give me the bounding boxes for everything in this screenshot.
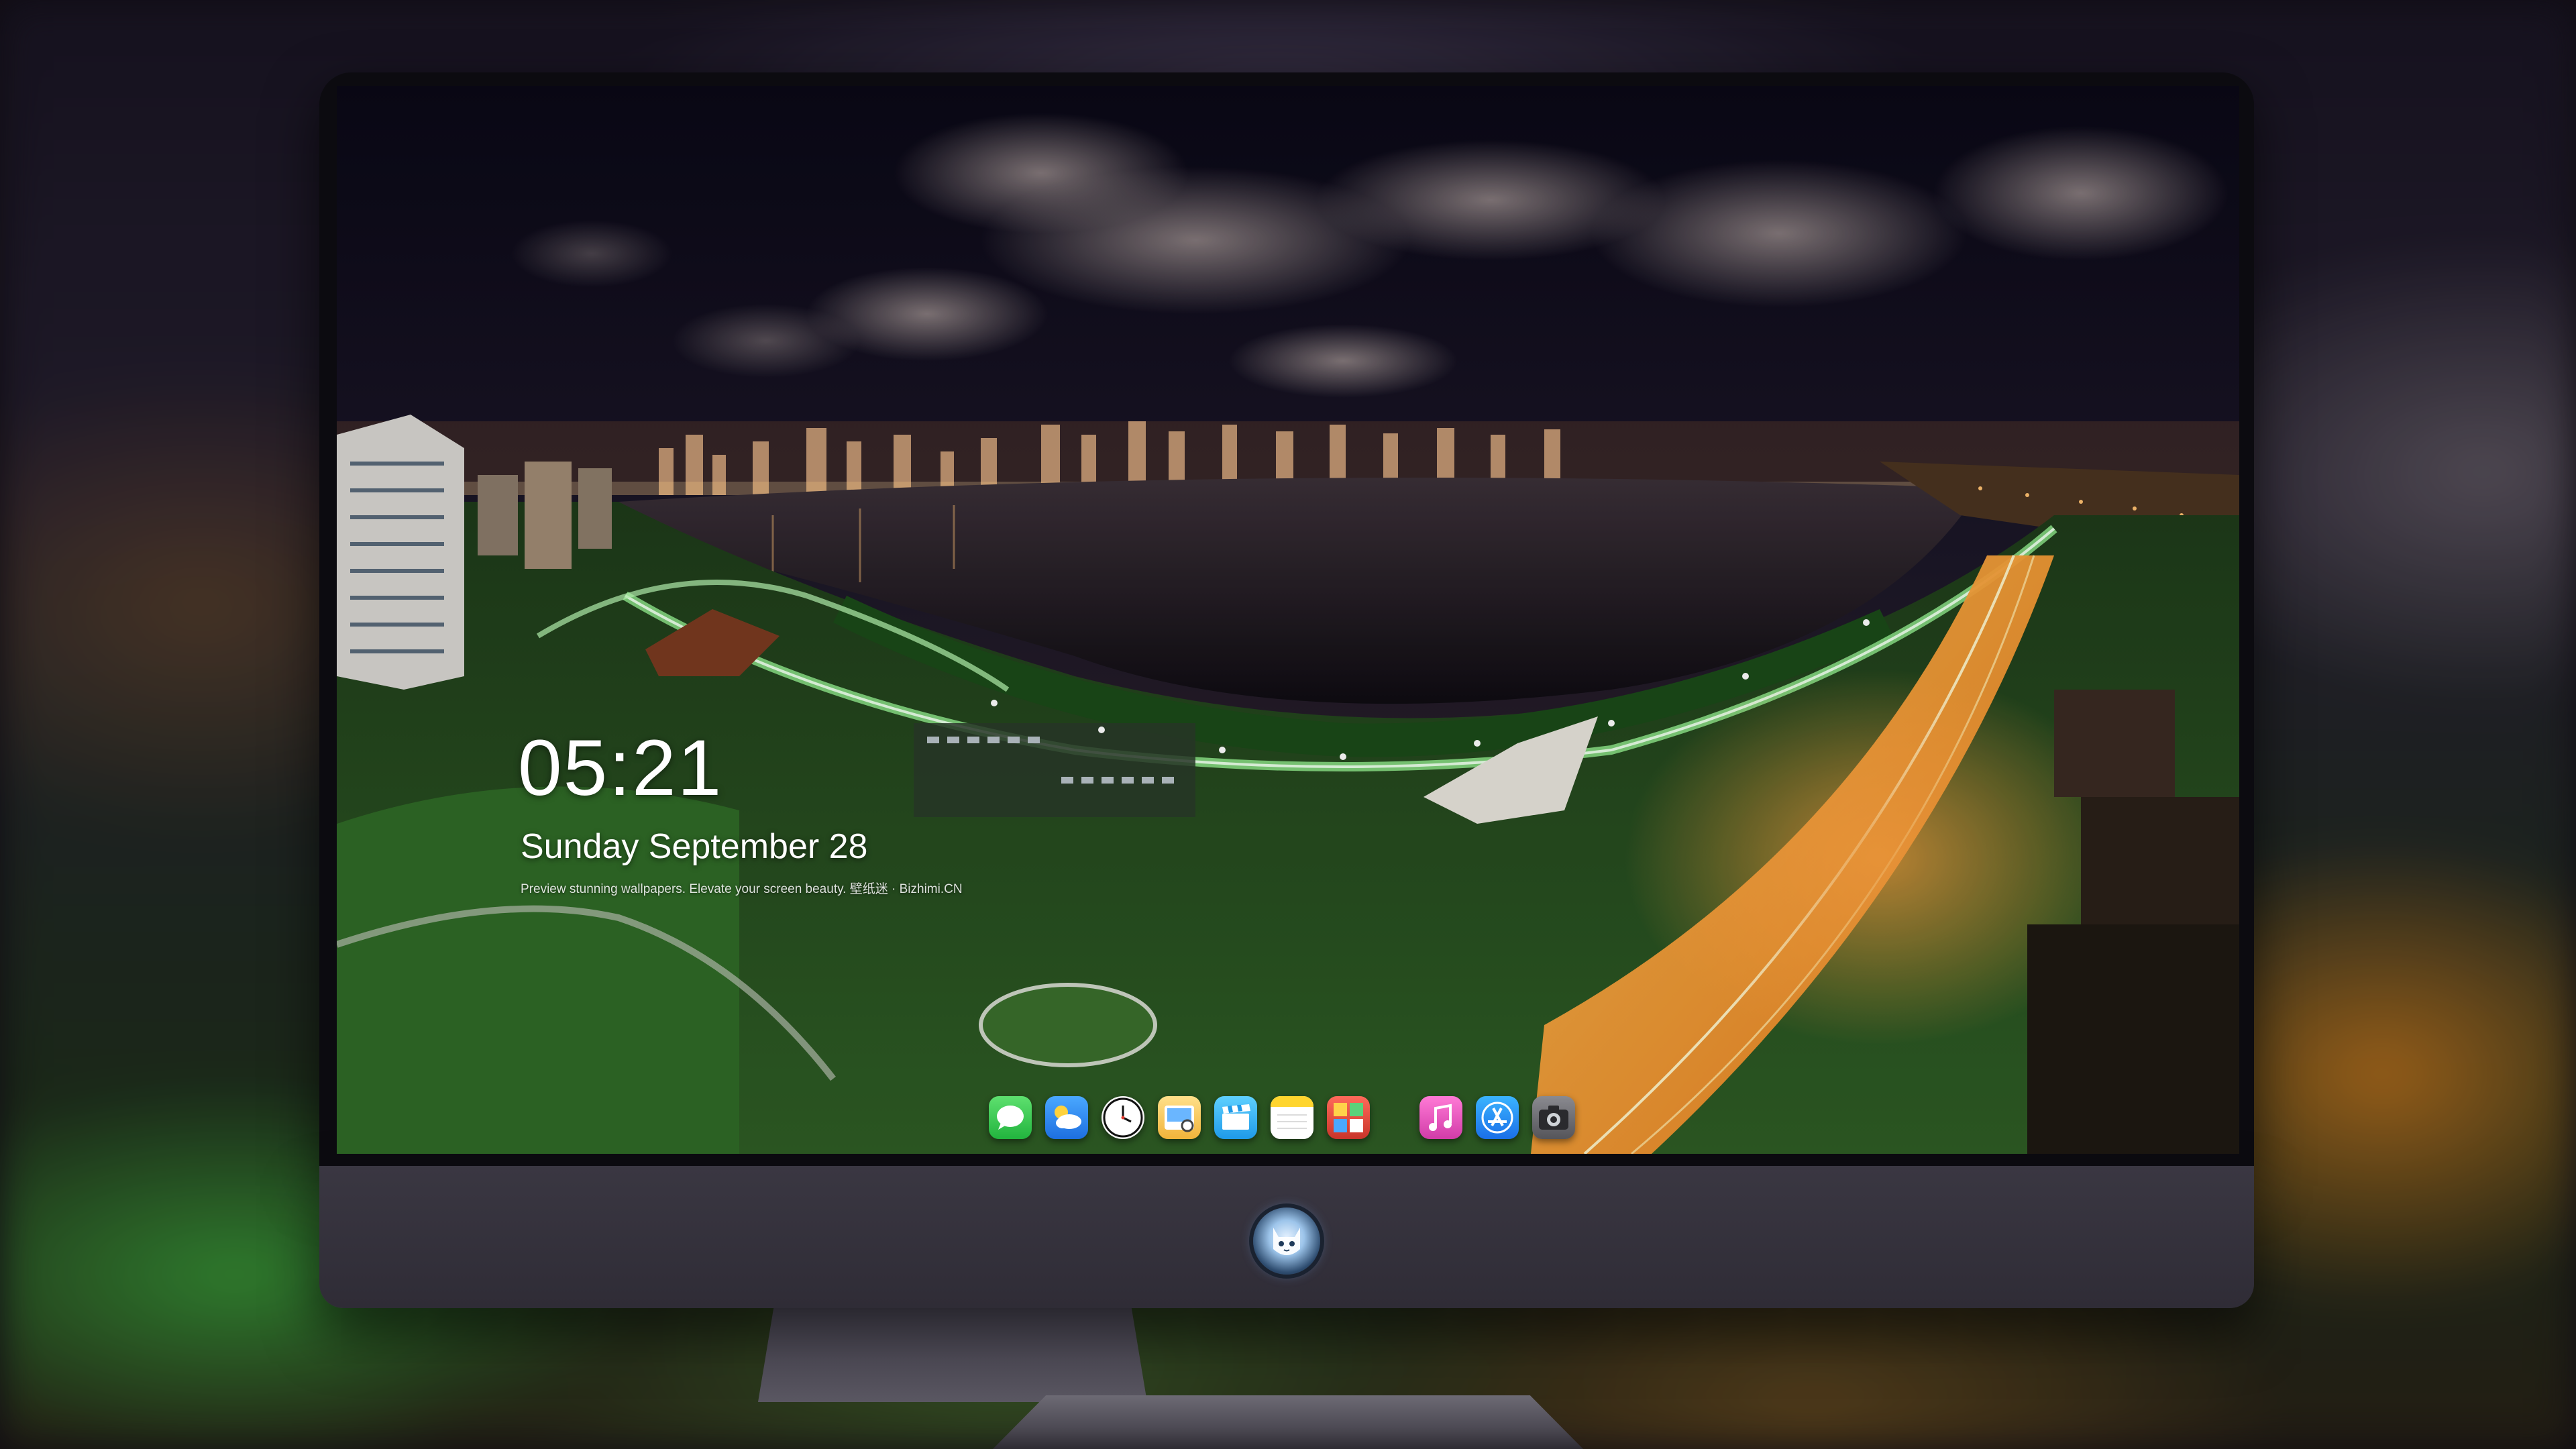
weather-icon[interactable] [1045,1096,1088,1139]
lock-screen-date: Sunday September 28 [521,827,868,866]
camera-icon[interactable] [1532,1096,1575,1139]
messages-icon[interactable] [989,1096,1032,1139]
app-store-icon[interactable] [1476,1096,1519,1139]
stand-neck [758,1308,1147,1402]
music-icon[interactable] [1419,1096,1462,1139]
city-night-wallpaper [337,86,2239,1154]
screen: 05:21 Sunday September 28 Preview stunni… [337,86,2239,1154]
preview-icon[interactable] [1158,1096,1201,1139]
lock-screen-time: 05:21 [518,724,723,812]
dock-separator [1383,1114,1406,1121]
dock [989,1091,1575,1144]
wallpaper-caption: Preview stunning wallpapers. Elevate you… [521,882,963,896]
cat-mascot-logo-icon [1253,1208,1320,1275]
stage: 05:21 Sunday September 28 Preview stunni… [0,0,2576,1449]
stand-base [993,1395,1583,1449]
clock-icon[interactable] [1102,1096,1144,1139]
photo-booth-icon[interactable] [1327,1096,1370,1139]
clapperboard-icon[interactable] [1214,1096,1257,1139]
notes-icon[interactable] [1271,1096,1313,1139]
